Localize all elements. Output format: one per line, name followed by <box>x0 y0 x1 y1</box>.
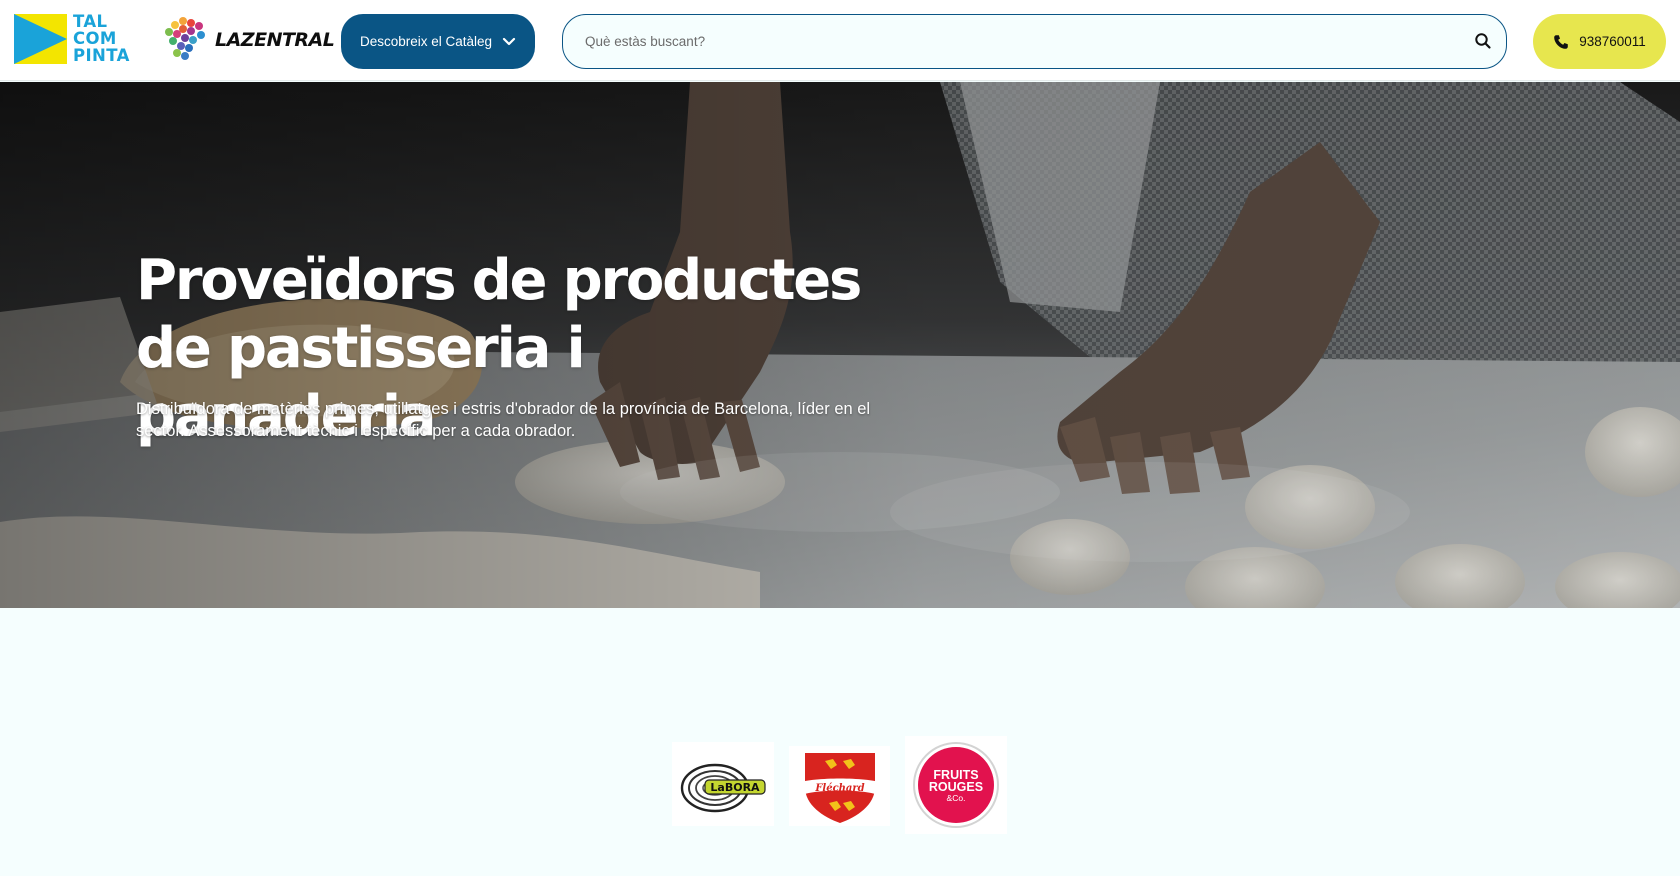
phone-button[interactable]: 938760011 <box>1533 14 1666 69</box>
logo-tal-line3: PINTA <box>73 46 130 65</box>
site-header: TAL COM PINTA LAZENTRAL Descobreix el Ca… <box>0 0 1680 81</box>
hero-banner: Proveïdors de productes de pastisseria i… <box>0 82 1680 608</box>
fruits-rouges-line2: ROUGES <box>929 780 983 794</box>
flechard-logo-text: Fléchard <box>814 783 864 794</box>
search-icon[interactable] <box>1474 32 1492 50</box>
phone-number-label: 938760011 <box>1579 34 1646 49</box>
search-bar <box>562 14 1507 69</box>
labora-logo-text: LaBORA <box>710 781 760 794</box>
brands-section: LaBORA Fléchard FRUITS ROUGES &Co. <box>0 608 1680 876</box>
flechard-logo-image: Fléchard <box>796 753 883 823</box>
lazentral-grape-icon <box>165 17 205 60</box>
logo-tal-line1: TAL <box>73 12 108 31</box>
catalog-button-label: Descobreix el Catàleg <box>359 34 493 49</box>
labora-logo-image: LaBORA <box>680 763 766 813</box>
hero-subtitle: Distribuïdora de matèries primes, utilla… <box>136 400 871 440</box>
discover-catalog-button[interactable]: Descobreix el Catàleg <box>341 14 535 69</box>
talcompinta-flag-icon <box>14 14 67 64</box>
lazentral-wordmark: LAZENTRAL <box>215 29 335 51</box>
hero-title-line1: Proveïdors de productes <box>136 248 862 313</box>
fruits-rouges-line3: &Co. <box>947 793 966 803</box>
logo-tal-line2: COM <box>73 29 117 48</box>
search-input[interactable] <box>585 15 1445 68</box>
lazentral-logo[interactable]: LAZENTRAL <box>161 16 335 64</box>
brand-flechard-logo[interactable]: Fléchard <box>789 746 890 826</box>
fruits-rouges-logo-image: FRUITS ROUGES &Co. <box>912 741 1000 829</box>
talcompinta-logo[interactable]: TAL COM PINTA <box>14 12 142 65</box>
phone-icon <box>1554 34 1569 49</box>
brand-labora-logo[interactable]: LaBORA <box>672 742 774 826</box>
brand-fruits-rouges-logo[interactable]: FRUITS ROUGES &Co. <box>905 736 1007 834</box>
chevron-down-icon <box>502 37 516 45</box>
